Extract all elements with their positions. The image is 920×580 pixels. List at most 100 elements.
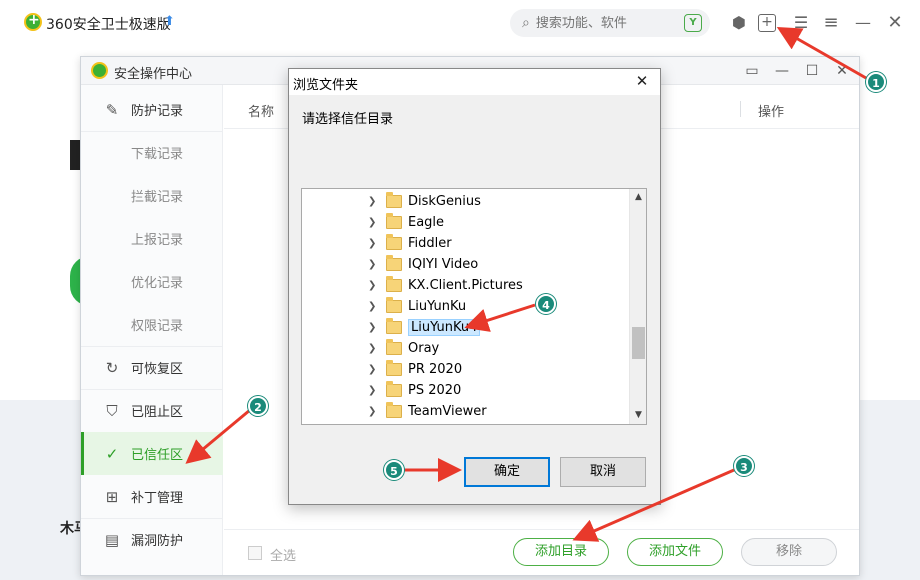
- scroll-thumb[interactable]: [632, 327, 645, 359]
- chevron-right-icon[interactable]: ❯: [368, 322, 380, 333]
- scroll-up-icon[interactable]: ▲: [630, 189, 646, 206]
- chevron-right-icon[interactable]: ❯: [368, 406, 380, 417]
- tree-scrollbar[interactable]: ▲ ▼: [629, 189, 646, 424]
- folder-icon: [386, 192, 402, 208]
- sidebar-item-patch[interactable]: ⊞ 补丁管理: [81, 475, 223, 518]
- search-box[interactable]: ⌕ Y: [510, 9, 710, 37]
- cancel-button[interactable]: 取消: [560, 457, 646, 487]
- tree-row[interactable]: ❯ TeamViewer: [302, 401, 628, 422]
- folder-label: PS 2020: [408, 383, 462, 398]
- sidebar-item-report-log[interactable]: 上报记录: [81, 217, 223, 260]
- tree-row[interactable]: ❯ PS 2020: [302, 380, 628, 401]
- sidebar-item-protection-log[interactable]: ✎ 防护记录: [81, 88, 223, 131]
- select-all-label: 全选: [270, 549, 297, 564]
- browse-folder-dialog: 浏览文件夹 ✕ 请选择信任目录 ❯ DiskGenius ❯ Eagle ❯ F…: [288, 68, 661, 505]
- sidebar-item-label: 优化记录: [131, 276, 184, 291]
- tree-row[interactable]: ❯ Oray: [302, 338, 628, 359]
- safety-center-title: 安全操作中心: [114, 67, 193, 82]
- y-shield-icon[interactable]: Y: [684, 14, 702, 32]
- app-title: 360安全卫士极速版: [46, 17, 171, 33]
- menu-icon[interactable]: ≡: [820, 12, 842, 34]
- folder-icon: [386, 339, 402, 355]
- search-input[interactable]: [535, 15, 666, 31]
- feedback-icon[interactable]: ▭: [741, 60, 763, 82]
- ok-button[interactable]: 确定: [464, 457, 550, 487]
- sidebar-item-permission-log[interactable]: 权限记录: [81, 303, 223, 346]
- column-header-operation: 操作: [758, 105, 785, 120]
- sidebar-item-label: 权限记录: [131, 319, 184, 334]
- dialog-title: 浏览文件夹: [293, 78, 359, 93]
- folder-tree[interactable]: ❯ DiskGenius ❯ Eagle ❯ Fiddler ❯ IQIYI V…: [301, 188, 647, 425]
- tree-row[interactable]: ❯ Eagle: [302, 212, 628, 233]
- speed-hexagon-icon[interactable]: ⬢: [728, 12, 750, 34]
- annotation-badge-4: 4: [536, 294, 556, 314]
- sidebar-item-label: 已信任区: [131, 448, 184, 463]
- folder-icon: [386, 360, 402, 376]
- chevron-right-icon[interactable]: ❯: [368, 280, 380, 291]
- folder-label: DiskGenius: [408, 194, 481, 209]
- chevron-right-icon[interactable]: ❯: [368, 238, 380, 249]
- chevron-right-icon[interactable]: ❯: [368, 259, 380, 270]
- sc-maximize-icon[interactable]: ☐: [801, 60, 823, 82]
- chevron-right-icon[interactable]: ❯: [368, 196, 380, 207]
- tree-row[interactable]: ❯ DiskGenius: [302, 191, 628, 212]
- dialog-prompt: 请选择信任目录: [302, 112, 394, 127]
- close-icon[interactable]: ✕: [884, 12, 906, 34]
- folder-icon: [386, 297, 402, 313]
- sidebar-item-recoverable[interactable]: ↻ 可恢复区: [81, 346, 223, 389]
- edit-icon: ✎: [105, 100, 119, 119]
- layout-icon[interactable]: ☰: [790, 12, 812, 34]
- sidebar-item-download-log[interactable]: 下载记录: [81, 131, 223, 174]
- document-icon: ▤: [104, 530, 120, 549]
- chevron-right-icon[interactable]: ❯: [368, 301, 380, 312]
- sidebar-item-vuln[interactable]: ▤ 漏洞防护: [81, 518, 223, 561]
- folder-label: Eagle: [408, 215, 445, 230]
- folder-label: LiuYunKu: [408, 299, 467, 314]
- remove-button[interactable]: 移除: [741, 538, 837, 566]
- add-directory-button[interactable]: 添加目录: [513, 538, 609, 566]
- sidebar-item-block-log[interactable]: 拦截记录: [81, 174, 223, 217]
- sidebar-item-label: 上报记录: [131, 233, 184, 248]
- sidebar-item-trusted[interactable]: ✓ 已信任区: [81, 432, 223, 475]
- grid-icon: ⊞: [105, 487, 119, 506]
- select-all-checkbox[interactable]: [248, 546, 262, 560]
- chevron-right-icon[interactable]: ❯: [368, 385, 380, 396]
- search-icon: ⌕: [522, 15, 530, 31]
- dialog-titlebar: 浏览文件夹 ✕: [289, 69, 660, 95]
- tree-row-selected[interactable]: ❯ LiuYunKu4: [302, 317, 628, 338]
- sidebar-item-label: 可恢复区: [131, 362, 184, 377]
- sc-minimize-icon[interactable]: —: [771, 60, 793, 82]
- sidebar-item-label: 防护记录: [131, 104, 184, 119]
- minimize-icon[interactable]: —: [852, 12, 874, 34]
- column-header-name[interactable]: 名称: [248, 101, 274, 120]
- sidebar-item-blocked[interactable]: ⛉ 已阻止区: [81, 389, 223, 432]
- folder-label: TeamViewer: [408, 404, 487, 419]
- safety-center-icon[interactable]: +: [758, 14, 776, 32]
- sidebar-item-optimize-log[interactable]: 优化记录: [81, 260, 223, 303]
- annotation-badge-2: 2: [248, 396, 268, 416]
- upgrade-arrow-icon[interactable]: ⬆: [164, 14, 175, 29]
- app-topbar: 360安全卫士极速版 ⬆ ⌕ Y ⬢ + ☰ ≡ — ✕: [0, 0, 920, 46]
- folder-icon: [386, 318, 402, 334]
- column-divider: [740, 101, 741, 117]
- scroll-down-icon[interactable]: ▼: [630, 407, 646, 424]
- chevron-right-icon[interactable]: ❯: [368, 217, 380, 228]
- add-file-button[interactable]: 添加文件: [627, 538, 723, 566]
- tree-row[interactable]: ❯ KX.Client.Pictures: [302, 275, 628, 296]
- dialog-close-icon[interactable]: ✕: [632, 72, 652, 90]
- tree-row[interactable]: ❯ IQIYI Video: [302, 254, 628, 275]
- folder-label: PR 2020: [408, 362, 463, 377]
- chevron-right-icon[interactable]: ❯: [368, 364, 380, 375]
- annotation-badge-1: 1: [866, 72, 886, 92]
- app-logo-icon: [24, 12, 42, 31]
- tree-row[interactable]: ❯ PR 2020: [302, 359, 628, 380]
- folder-label: Oray: [408, 341, 440, 356]
- sidebar-item-label: 已阻止区: [131, 405, 184, 420]
- tree-row[interactable]: ❯ LiuYunKu: [302, 296, 628, 317]
- sc-close-icon[interactable]: ✕: [831, 60, 853, 82]
- tree-row[interactable]: ❯ Fiddler: [302, 233, 628, 254]
- sidebar-item-label: 补丁管理: [131, 491, 184, 506]
- chevron-right-icon[interactable]: ❯: [368, 343, 380, 354]
- refresh-icon: ↻: [105, 358, 119, 377]
- folder-label: IQIYI Video: [408, 257, 479, 272]
